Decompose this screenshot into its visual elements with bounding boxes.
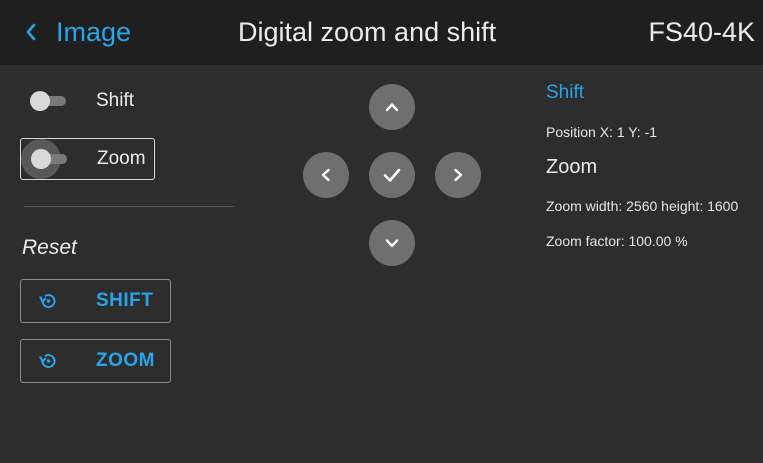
zoom-factor-text: Zoom factor: 100.00 % — [546, 233, 688, 249]
back-button[interactable]: Image — [24, 10, 131, 54]
dpad-right-button[interactable] — [435, 152, 481, 198]
reset-shift-label: SHIFT — [96, 290, 154, 311]
zoom-toggle-label: Zoom — [97, 148, 146, 169]
reset-icon — [39, 354, 56, 369]
dpad-confirm-button[interactable] — [369, 152, 415, 198]
reset-zoom-button[interactable]: ZOOM — [20, 339, 171, 383]
toggle-knob — [30, 91, 50, 111]
shift-info-heading: Shift — [546, 82, 585, 103]
shift-toggle-switch[interactable] — [30, 91, 68, 111]
chevron-down-icon — [385, 239, 399, 248]
reset-shift-button[interactable]: SHIFT — [20, 279, 171, 323]
zoom-toggle-switch[interactable] — [21, 139, 69, 179]
dpad-left-button[interactable] — [303, 152, 349, 198]
back-label: Image — [56, 16, 132, 47]
reset-title: Reset — [22, 236, 77, 259]
zoom-info-heading: Zoom — [546, 156, 598, 178]
chevron-up-icon — [385, 103, 399, 112]
model-name: FS40-4K — [648, 17, 755, 47]
header-bar: Image Digital zoom and shift FS40-4K — [0, 0, 763, 65]
page-title: Digital zoom and shift — [238, 17, 497, 47]
shift-toggle-label: Shift — [96, 90, 135, 111]
shift-toggle-row[interactable]: Shift — [20, 80, 142, 122]
check-icon — [383, 168, 401, 182]
reset-zoom-label: ZOOM — [96, 350, 155, 371]
shift-position-text: Position X: 1 Y: -1 — [546, 124, 658, 140]
dpad-down-button[interactable] — [369, 220, 415, 266]
zoom-toggle-row[interactable]: Zoom — [20, 138, 155, 180]
zoom-size-text: Zoom width: 2560 height: 1600 — [546, 198, 739, 214]
zoom-shift-screen: Image Digital zoom and shift FS40-4K Shi… — [0, 0, 763, 463]
dpad-up-button[interactable] — [369, 84, 415, 130]
toggle-knob — [31, 149, 51, 169]
chevron-right-icon — [454, 168, 463, 182]
chevron-left-icon — [321, 168, 330, 182]
divider — [24, 206, 234, 207]
chevron-left-icon — [26, 23, 36, 41]
reset-icon — [39, 294, 56, 309]
